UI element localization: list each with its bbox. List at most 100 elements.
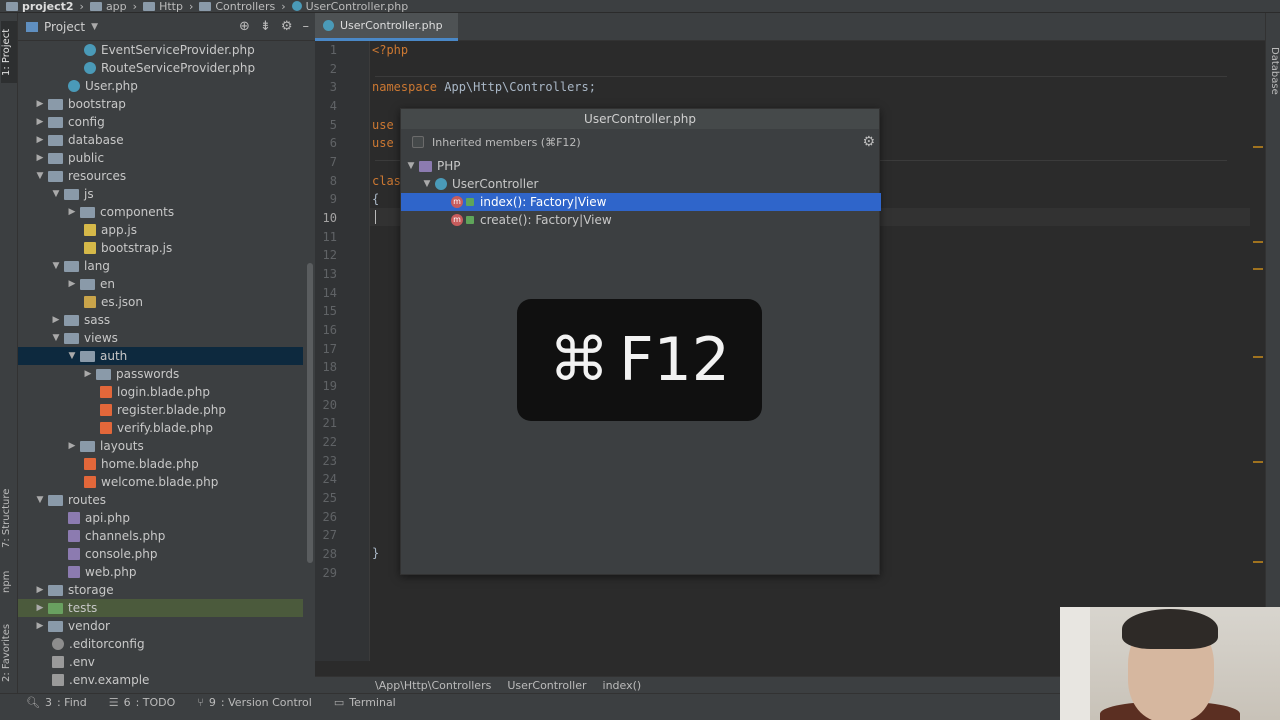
tree-item[interactable]: ▶ vendor — [18, 617, 303, 635]
tool-tab-project[interactable]: 1: Project — [1, 21, 17, 83]
warning-marker[interactable] — [1253, 561, 1263, 563]
tree-item[interactable]: User.php — [18, 77, 303, 95]
line-number-gutter[interactable]: 1 2 3 4 5 6 7 8 9 10 11 12 13 14 15 16 1… — [315, 41, 370, 661]
tree-item[interactable]: ▶ database — [18, 131, 303, 149]
chevron-right-icon[interactable]: ▶ — [32, 603, 48, 613]
tool-tab-structure[interactable]: 7: Structure — [1, 483, 17, 553]
editor-breadcrumb-method[interactable]: index() — [603, 679, 642, 692]
tree-item[interactable]: api.php — [18, 509, 303, 527]
tree-item[interactable]: ▶ en — [18, 275, 303, 293]
tree-item[interactable]: ▶ components — [18, 203, 303, 221]
collapse-all-icon[interactable]: ⇟ — [260, 19, 271, 34]
tool-tab-npm[interactable]: npm — [1, 568, 17, 596]
gear-icon[interactable]: ⚙ — [281, 19, 293, 34]
tree-item[interactable]: app.js — [18, 221, 303, 239]
chevron-right-icon[interactable]: ▶ — [32, 585, 48, 595]
chevron-right-icon[interactable]: ▶ — [64, 441, 80, 451]
tree-item[interactable]: verify.blade.php — [18, 419, 303, 437]
tool-tab-favorites[interactable]: 2: Favorites — [1, 618, 17, 688]
editor-breadcrumb-namespace[interactable]: \App\Http\Controllers — [375, 679, 491, 692]
editor-tab[interactable]: UserController.php — [315, 13, 458, 41]
editor-breadcrumb-class[interactable]: UserController — [507, 679, 586, 692]
warning-marker[interactable] — [1253, 356, 1263, 358]
chevron-down-icon[interactable]: ▼ — [403, 161, 419, 171]
structure-node-class[interactable]: ▼ UserController — [401, 175, 881, 193]
chevron-down-icon[interactable]: ▼ — [48, 333, 64, 343]
chevron-down-icon[interactable]: ▼ — [91, 22, 98, 32]
tool-todo[interactable]: ☰ 6: TODO — [109, 696, 176, 709]
chevron-right-icon[interactable]: ▶ — [32, 99, 48, 109]
structure-node-method-create[interactable]: m create(): Factory|View — [401, 211, 881, 229]
project-view-selector[interactable]: Project — [44, 20, 85, 34]
gear-icon[interactable]: ⚙ — [862, 134, 875, 150]
chevron-down-icon[interactable]: ▼ — [48, 189, 64, 199]
tree-item[interactable]: ▼ resources — [18, 167, 303, 185]
tree-item-selected[interactable]: ▼ auth — [18, 347, 303, 365]
tree-item[interactable]: RouteServiceProvider.php — [18, 59, 303, 77]
tool-find[interactable]: 🔍︎ 3: Find — [26, 696, 87, 709]
tree-item[interactable]: welcome.blade.php — [18, 473, 303, 491]
tree-item[interactable]: ▼ js — [18, 185, 303, 203]
chevron-right-icon[interactable]: ▶ — [32, 621, 48, 631]
breadcrumb-project[interactable]: project2 — [6, 0, 74, 12]
structure-node-method-index[interactable]: m index(): Factory|View — [401, 193, 881, 211]
tree-item[interactable]: register.blade.php — [18, 401, 303, 419]
tree-item[interactable]: home.blade.php — [18, 455, 303, 473]
code-line-5[interactable]: use — [372, 118, 394, 132]
tree-item[interactable]: ▶ tests — [18, 599, 303, 617]
tree-item[interactable]: web.php — [18, 563, 303, 581]
tree-item[interactable]: ▶ sass — [18, 311, 303, 329]
structure-node-php[interactable]: ▼ PHP — [401, 157, 881, 175]
tree-item[interactable]: .env — [18, 653, 303, 671]
tool-terminal[interactable]: ▭ Terminal — [334, 696, 396, 709]
tool-tab-database[interactable]: Database — [1266, 41, 1280, 101]
tree-item[interactable]: ▶ config — [18, 113, 303, 131]
tree-item[interactable]: console.php — [18, 545, 303, 563]
breadcrumb-http[interactable]: Http — [143, 0, 183, 12]
tree-item[interactable]: ▶ storage — [18, 581, 303, 599]
code-line-8[interactable]: clas — [372, 174, 401, 188]
code-line-3[interactable]: namespace App\Http\Controllers; — [372, 80, 596, 94]
chevron-right-icon[interactable]: ▶ — [64, 207, 80, 217]
code-line-9[interactable]: { — [372, 192, 379, 206]
locate-icon[interactable]: ⊕ — [239, 19, 250, 34]
chevron-down-icon[interactable]: ▼ — [48, 261, 64, 271]
warning-marker[interactable] — [1253, 146, 1263, 148]
tree-item[interactable]: ▶ passwords — [18, 365, 303, 383]
tree-item[interactable]: ▶ public — [18, 149, 303, 167]
tree-item[interactable]: ▼ lang — [18, 257, 303, 275]
chevron-right-icon[interactable]: ▶ — [80, 369, 96, 379]
breadcrumb-controllers[interactable]: Controllers — [199, 0, 275, 12]
tree-item[interactable]: ▶ bootstrap — [18, 95, 303, 113]
tree-item[interactable]: .editorconfig — [18, 635, 303, 653]
breadcrumb-app[interactable]: app — [89, 0, 127, 12]
chevron-right-icon[interactable]: ▶ — [32, 117, 48, 127]
tree-item[interactable]: es.json — [18, 293, 303, 311]
code-line-6[interactable]: use — [372, 136, 394, 150]
code-line-28[interactable]: } — [372, 546, 379, 560]
chevron-down-icon[interactable]: ▼ — [32, 495, 48, 505]
tree-item[interactable]: EventServiceProvider.php — [18, 41, 303, 59]
chevron-right-icon[interactable]: ▶ — [32, 135, 48, 145]
tree-item[interactable]: .env.example — [18, 671, 303, 689]
tree-item[interactable]: channels.php — [18, 527, 303, 545]
warning-marker[interactable] — [1253, 241, 1263, 243]
tree-item[interactable]: ▼ routes — [18, 491, 303, 509]
error-stripe[interactable] — [1250, 41, 1265, 661]
chevron-right-icon[interactable]: ▶ — [32, 153, 48, 163]
chevron-down-icon[interactable]: ▼ — [419, 179, 435, 189]
scrollbar-thumb[interactable] — [307, 263, 313, 563]
warning-marker[interactable] — [1253, 461, 1263, 463]
tree-item[interactable]: login.blade.php — [18, 383, 303, 401]
inherited-members-checkbox[interactable] — [412, 136, 424, 148]
tree-item[interactable]: ▼ views — [18, 329, 303, 347]
hide-icon[interactable]: – — [303, 19, 310, 34]
tree-item[interactable]: bootstrap.js — [18, 239, 303, 257]
tree-item[interactable]: ▶ layouts — [18, 437, 303, 455]
code-line-1[interactable]: <?php — [372, 43, 408, 57]
chevron-right-icon[interactable]: ▶ — [48, 315, 64, 325]
tool-version-control[interactable]: ⑂ 9: Version Control — [197, 696, 312, 709]
breadcrumb-file[interactable]: UserController.php — [291, 0, 408, 12]
chevron-down-icon[interactable]: ▼ — [64, 351, 80, 361]
warning-marker[interactable] — [1253, 268, 1263, 270]
